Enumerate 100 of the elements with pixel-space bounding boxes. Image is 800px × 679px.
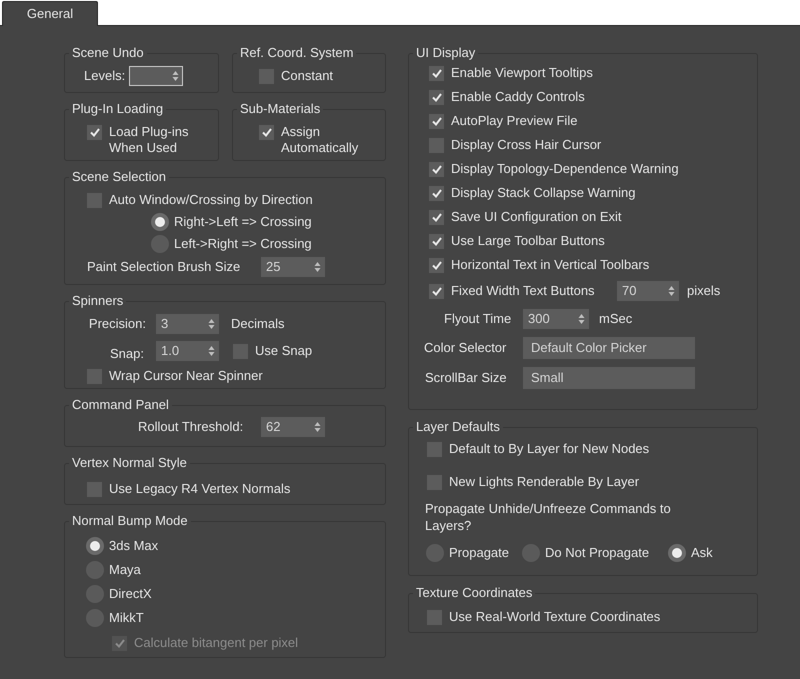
spinner-field[interactable]: 62 bbox=[261, 417, 325, 437]
checkmark-icon bbox=[432, 93, 442, 102]
group-title: Vertex Normal Style bbox=[71, 455, 188, 471]
checkbox[interactable] bbox=[87, 125, 102, 140]
option-label: Left->Right => Crossing bbox=[174, 236, 312, 252]
option-label: Propagate bbox=[449, 545, 509, 561]
spinner-arrows-icon bbox=[172, 70, 180, 82]
spinner-field[interactable]: 1.0 bbox=[156, 341, 219, 361]
checkbox[interactable] bbox=[429, 90, 444, 105]
group-title: UI Display bbox=[415, 45, 476, 61]
checkbox[interactable] bbox=[429, 186, 444, 201]
option-label: Display Cross Hair Cursor bbox=[451, 137, 602, 153]
checkbox[interactable] bbox=[87, 369, 102, 384]
checkmark-icon bbox=[262, 128, 272, 137]
option-label: MikkT bbox=[109, 610, 144, 626]
checkmark-icon bbox=[432, 189, 442, 198]
checkbox[interactable] bbox=[429, 162, 444, 177]
field-label: Color Selector bbox=[424, 340, 508, 356]
option-label: Save UI Configuration on Exit bbox=[451, 209, 622, 225]
tab[interactable]: General bbox=[2, 1, 98, 26]
spinner-arrows-icon bbox=[314, 261, 321, 273]
option-label: Assign Automatically bbox=[281, 124, 360, 156]
field-label: Flyout Time bbox=[444, 311, 512, 327]
group-title: Scene Undo bbox=[71, 45, 145, 61]
spinner-field[interactable]: 3 bbox=[156, 314, 219, 334]
option-label: Use Snap bbox=[255, 343, 312, 359]
option-label: Do Not Propagate bbox=[545, 545, 650, 561]
group-title: Ref. Coord. System bbox=[239, 45, 354, 61]
dropdown-field[interactable]: Small bbox=[523, 367, 695, 389]
group-title: Normal Bump Mode bbox=[71, 513, 189, 529]
option-label: Wrap Cursor Near Spinner bbox=[109, 368, 263, 384]
option-label: Display Topology-Dependence Warning bbox=[451, 161, 679, 177]
group-title: Layer Defaults bbox=[415, 419, 501, 435]
option-label: Use Real-World Texture Coordinates bbox=[449, 609, 660, 625]
checkbox[interactable] bbox=[429, 138, 444, 153]
option-label: Enable Viewport Tooltips bbox=[451, 65, 593, 81]
checkbox[interactable] bbox=[427, 475, 442, 490]
option-label: DirectX bbox=[109, 586, 152, 602]
checkmark-icon bbox=[432, 287, 442, 296]
checkbox[interactable] bbox=[429, 258, 444, 273]
group-title: Sub-Materials bbox=[239, 101, 322, 117]
checkbox[interactable] bbox=[429, 114, 444, 129]
checkbox[interactable] bbox=[259, 125, 274, 140]
group-title: Plug-In Loading bbox=[71, 101, 164, 117]
option-label: 3ds Max bbox=[109, 538, 158, 554]
option-label: Use Legacy R4 Vertex Normals bbox=[109, 481, 290, 497]
option-label: Default to By Layer for New Nodes bbox=[449, 441, 650, 457]
checkbox[interactable] bbox=[429, 210, 444, 225]
option-label: New Lights Renderable By Layer bbox=[449, 474, 640, 490]
group-title: Command Panel bbox=[71, 397, 170, 413]
field-label: Snap: bbox=[109, 346, 144, 362]
group-title: Texture Coordinates bbox=[415, 585, 534, 601]
dropdown-field[interactable]: Default Color Picker bbox=[523, 337, 695, 359]
option-label: Load Plug-ins When Used bbox=[109, 124, 190, 156]
option-label: Maya bbox=[109, 562, 141, 578]
spinner-field[interactable]: 70 bbox=[617, 281, 679, 301]
checkmark-icon bbox=[432, 117, 442, 126]
checkmark-icon bbox=[114, 639, 124, 648]
field-label: Rollout Threshold: bbox=[138, 419, 244, 435]
option-label: Auto Window/Crossing by Direction bbox=[109, 192, 313, 208]
spinner-arrows-icon bbox=[208, 318, 215, 330]
radio-button[interactable] bbox=[668, 544, 686, 562]
radio-button[interactable] bbox=[151, 213, 169, 231]
spinner-field[interactable] bbox=[129, 66, 184, 86]
checkbox[interactable] bbox=[429, 234, 444, 249]
checkbox[interactable] bbox=[429, 284, 444, 299]
option-label: AutoPlay Preview File bbox=[451, 113, 578, 129]
checkmark-icon bbox=[432, 213, 442, 222]
group-title: Scene Selection bbox=[71, 169, 167, 185]
question-text: Propagate Unhide/Unfreeze Commands to Layers? bbox=[424, 500, 672, 534]
checkmark-icon bbox=[432, 261, 442, 270]
option-label: Display Stack Collapse Warning bbox=[451, 185, 636, 201]
spinner-arrows-icon bbox=[314, 421, 321, 433]
checkmark-icon bbox=[432, 165, 442, 174]
spinner-arrows-icon bbox=[208, 345, 215, 357]
checkbox[interactable] bbox=[427, 610, 442, 625]
checkbox[interactable] bbox=[427, 442, 442, 457]
field-label: Decimals bbox=[231, 316, 284, 332]
spinner-field[interactable]: 300 bbox=[523, 309, 589, 329]
group-title: Spinners bbox=[71, 293, 124, 309]
option-label: Use Large Toolbar Buttons bbox=[451, 233, 605, 249]
field-label: pixels bbox=[687, 283, 720, 299]
checkbox[interactable] bbox=[429, 66, 444, 81]
checkbox[interactable] bbox=[233, 344, 248, 359]
field-label: mSec bbox=[599, 311, 632, 327]
radio-button[interactable] bbox=[86, 537, 104, 555]
field-label: Precision: bbox=[88, 316, 146, 332]
spinner-arrows-icon bbox=[668, 285, 675, 297]
checkbox[interactable] bbox=[259, 69, 274, 84]
field-label: Levels: bbox=[84, 68, 126, 84]
option-label: Horizontal Text in Vertical Toolbars bbox=[451, 257, 650, 273]
option-label: Enable Caddy Controls bbox=[451, 89, 585, 105]
option-label: Fixed Width Text Buttons bbox=[451, 283, 595, 299]
checkbox[interactable] bbox=[87, 482, 102, 497]
option-label: Constant bbox=[281, 68, 334, 84]
option-label: Ask bbox=[691, 545, 713, 561]
spinner-field[interactable]: 25 bbox=[261, 257, 325, 277]
checkbox[interactable] bbox=[87, 193, 102, 208]
option-label: Calculate bitangent per pixel bbox=[134, 635, 298, 651]
field-label: Paint Selection Brush Size bbox=[87, 259, 242, 275]
